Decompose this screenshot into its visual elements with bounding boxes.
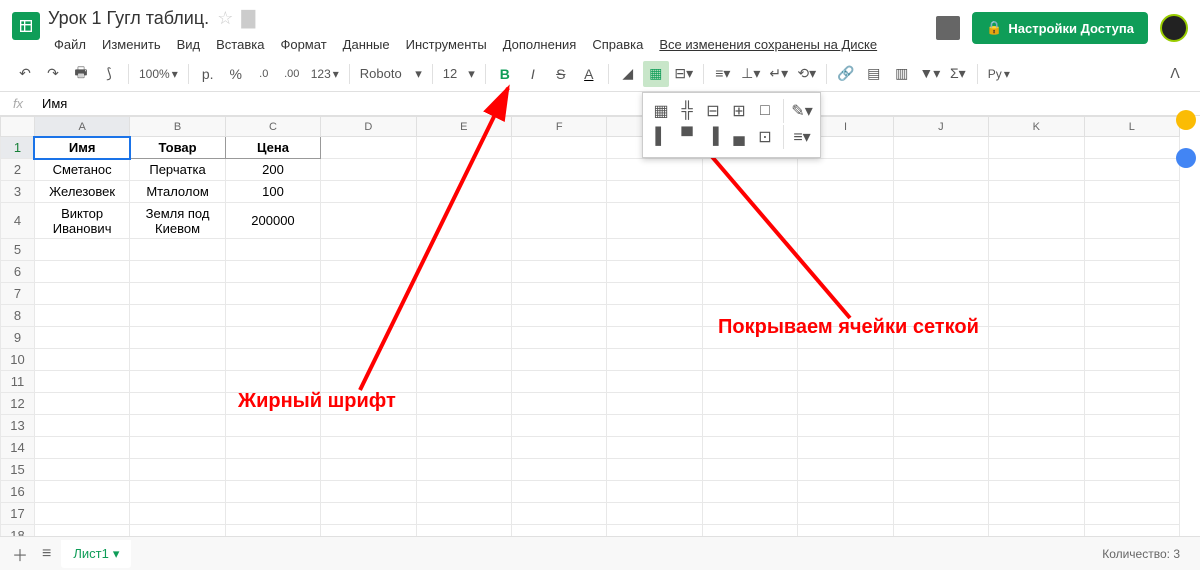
select-all-corner[interactable] [1, 117, 35, 137]
col-header[interactable]: L [1084, 117, 1179, 137]
sheet-tab[interactable]: Лист1 ▾ [61, 540, 131, 568]
cell-C1[interactable]: Цена [225, 137, 320, 159]
toolbar: ↶ ↷ 🖶 ⟆ 100% ▾ р. % .0 .00 123▾ Roboto ▾… [0, 56, 1200, 92]
menu-insert[interactable]: Вставка [210, 33, 270, 56]
font-size-select[interactable]: 12 ▾ [439, 66, 479, 82]
col-header[interactable]: A [34, 117, 129, 137]
cell-C3[interactable]: 100 [225, 181, 320, 203]
star-icon[interactable]: ☆ [217, 8, 233, 29]
cell-B4[interactable]: Земля под Киевом [130, 203, 225, 239]
all-sheets-button[interactable]: ≡ [38, 541, 55, 567]
fill-color-button[interactable]: ◢ [615, 61, 641, 87]
share-label: Настройки Доступа [1008, 21, 1134, 36]
spreadsheet-grid[interactable]: A B C D E F G H I J K L 1ИмяТоварЦена 2С… [0, 116, 1180, 556]
cell-C4[interactable]: 200000 [225, 203, 320, 239]
comment-icon[interactable]: ▤ [861, 61, 887, 87]
collapse-toolbar-icon[interactable]: ᐱ [1162, 61, 1188, 87]
border-bottom-icon[interactable]: ▄ [727, 125, 751, 149]
lock-icon: 🔒 [986, 20, 1002, 36]
number-format[interactable]: 123▾ [307, 67, 343, 81]
add-sheet-button[interactable]: ＋ [8, 538, 32, 570]
border-left-icon[interactable]: ▌ [649, 125, 673, 149]
wrap-button[interactable]: ↵▾ [766, 61, 792, 87]
border-outer-icon[interactable]: □ [753, 99, 777, 123]
cell-A1[interactable]: Имя [34, 137, 129, 159]
comments-icon[interactable] [936, 16, 960, 40]
sheets-logo[interactable] [12, 12, 40, 40]
border-vertical-icon[interactable]: ⊞ [727, 99, 751, 123]
borders-button[interactable]: ▦ [643, 61, 669, 87]
borders-popup: ▦ ╬ ⊟ ⊞ □ ✎▾ ▌ ▀ ▐ ▄ ⊡ ≡▾ [642, 92, 821, 158]
border-all-icon[interactable]: ▦ [649, 99, 673, 123]
cell-A2[interactable]: Сметанос [34, 159, 129, 181]
filter-icon[interactable]: ▼▾ [917, 61, 943, 87]
formula-input[interactable] [36, 94, 1200, 113]
doc-title[interactable]: Урок 1 Гугл таблиц. [48, 8, 209, 29]
merge-button[interactable]: ⊟▾ [671, 61, 697, 87]
border-right-icon[interactable]: ▐ [701, 125, 725, 149]
menu-data[interactable]: Данные [337, 33, 396, 56]
share-button[interactable]: 🔒 Настройки Доступа [972, 12, 1148, 44]
zoom-select[interactable]: 100% ▾ [135, 67, 182, 81]
fx-label: fx [0, 96, 36, 111]
menu-view[interactable]: Вид [171, 33, 207, 56]
avatar[interactable] [1160, 14, 1188, 42]
cell-A4[interactable]: Виктор Иванович [34, 203, 129, 239]
v-align-button[interactable]: ⊥▾ [738, 61, 764, 87]
chart-icon[interactable]: ▥ [889, 61, 915, 87]
border-style-icon[interactable]: ≡▾ [790, 125, 814, 149]
text-color-button[interactable]: A [576, 61, 602, 87]
functions-icon[interactable]: Σ▾ [945, 61, 971, 87]
menu-help[interactable]: Справка [586, 33, 649, 56]
link-icon[interactable]: 🔗 [833, 61, 859, 87]
border-color-icon[interactable]: ✎▾ [790, 99, 814, 123]
bold-button[interactable]: B [492, 61, 518, 87]
font-select[interactable]: Roboto ▾ [356, 66, 426, 82]
italic-button[interactable]: I [520, 61, 546, 87]
cell-B2[interactable]: Перчатка [130, 159, 225, 181]
border-horizontal-icon[interactable]: ⊟ [701, 99, 725, 123]
cell-B1[interactable]: Товар [130, 137, 225, 159]
rotate-button[interactable]: ⟲▾ [794, 61, 820, 87]
increase-decimal[interactable]: .00 [279, 61, 305, 87]
save-status[interactable]: Все изменения сохранены на Диске [653, 33, 883, 56]
menu-tools[interactable]: Инструменты [400, 33, 493, 56]
redo-icon[interactable]: ↷ [40, 61, 66, 87]
menu-file[interactable]: Файл [48, 33, 92, 56]
col-header[interactable]: B [130, 117, 225, 137]
menu-addons[interactable]: Дополнения [497, 33, 583, 56]
strike-button[interactable]: S [548, 61, 574, 87]
border-none-icon[interactable]: ⊡ [753, 125, 777, 149]
col-header[interactable]: F [512, 117, 607, 137]
col-header[interactable]: C [225, 117, 320, 137]
undo-icon[interactable]: ↶ [12, 61, 38, 87]
status-count[interactable]: Количество: 3 [1102, 547, 1192, 561]
col-header[interactable]: E [416, 117, 511, 137]
side-tasks-icon[interactable] [1176, 148, 1196, 168]
side-keep-icon[interactable] [1176, 110, 1196, 130]
format-percent[interactable]: % [223, 61, 249, 87]
cell-C2[interactable]: 200 [225, 159, 320, 181]
input-language[interactable]: Ру ▾ [984, 67, 1014, 81]
paint-format-icon[interactable]: ⟆ [96, 61, 122, 87]
decrease-decimal[interactable]: .0 [251, 61, 277, 87]
cell-B3[interactable]: Мталолом [130, 181, 225, 203]
folder-icon[interactable]: ▇ [241, 8, 255, 29]
h-align-button[interactable]: ≡▾ [710, 61, 736, 87]
format-currency[interactable]: р. [195, 61, 221, 87]
menu-format[interactable]: Формат [274, 33, 332, 56]
print-icon[interactable]: 🖶 [68, 61, 94, 87]
col-header[interactable]: K [989, 117, 1084, 137]
border-inner-icon[interactable]: ╬ [675, 99, 699, 123]
border-top-icon[interactable]: ▀ [675, 125, 699, 149]
menu-edit[interactable]: Изменить [96, 33, 167, 56]
col-header[interactable]: J [893, 117, 988, 137]
cell-A3[interactable]: Железовек [34, 181, 129, 203]
col-header[interactable]: D [321, 117, 416, 137]
